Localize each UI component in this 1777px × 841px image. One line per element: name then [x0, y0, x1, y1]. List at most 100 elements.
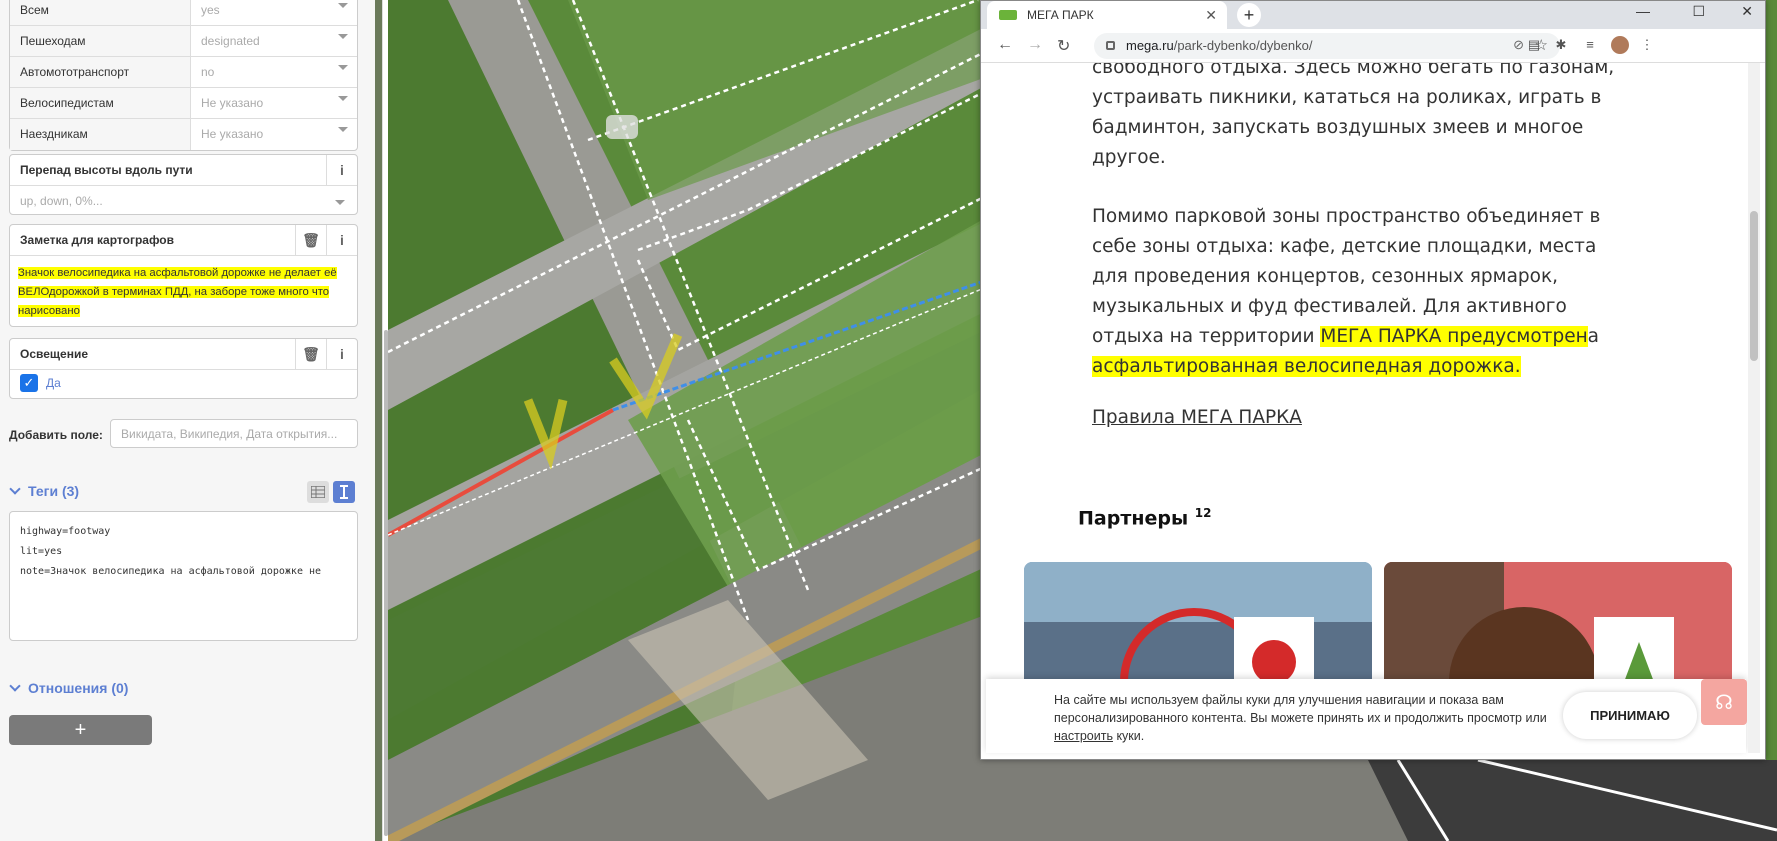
chevron-down-icon	[335, 200, 345, 205]
paragraph-2: Помимо парковой зоны пространство объеди…	[1092, 202, 1632, 382]
scrollbar-thumb[interactable]	[1750, 211, 1758, 361]
table-glyph	[311, 486, 325, 498]
text-line: асфальтированная велосипедная дорожка.	[1092, 352, 1632, 382]
back-arrow-icon[interactable]: ←	[997, 36, 1013, 54]
tab-bar: МЕГА ПАРК ✕ + — ☐ ✕	[981, 1, 1765, 29]
table-view-icon[interactable]	[307, 481, 329, 503]
page-content: свободного отдыха. Здесь можно бегать по…	[986, 63, 1746, 753]
chevron-down-icon	[9, 680, 21, 692]
text-view-icon[interactable]	[333, 481, 355, 503]
access-field: Всем yes Пешеходам designated Автомототр…	[9, 0, 358, 151]
text-line: другое.	[1092, 147, 1166, 168]
text-fragment: а	[1587, 326, 1600, 347]
text-line: Помимо парковой зоны пространство объеди…	[1092, 206, 1601, 227]
access-value-input[interactable]: Не указано	[191, 119, 357, 150]
blocked-popup-icon[interactable]: ⊘	[1513, 37, 1524, 53]
tag-line: note=Значок велосипедика на асфальтовой …	[20, 566, 322, 577]
forward-arrow-icon[interactable]: →	[1027, 36, 1043, 54]
url-path: /park-dybenko/dybenko/	[1173, 38, 1313, 53]
page-scrollbar[interactable]	[1748, 63, 1760, 753]
close-icon[interactable]: ✕	[1205, 7, 1217, 24]
avatar[interactable]	[1611, 36, 1629, 54]
tags-section-toggle[interactable]: Теги (3)	[9, 483, 79, 499]
access-row-bicycle: Велосипедистам Не указано	[10, 88, 357, 119]
close-window-icon[interactable]: ✕	[1741, 3, 1753, 20]
address-bar[interactable]: mega.ru/park-dybenko/dybenko/ ⊘ ☆	[1094, 33, 1560, 59]
access-value-input[interactable]: designated	[191, 26, 357, 56]
cookie-text: На сайте мы используем файлы куки для ул…	[1054, 691, 1554, 745]
editor-sidebar: Всем yes Пешеходам designated Автомототр…	[0, 0, 375, 841]
media-icon[interactable]: ≡	[1582, 37, 1598, 53]
lit-label-text: Освещение	[20, 347, 88, 361]
reload-icon[interactable]: ↻	[1057, 36, 1070, 56]
partners-count: 12	[1194, 506, 1212, 520]
lit-field: Освещение 🗑 i ✓ Да	[9, 338, 358, 399]
text-fragment: отдыха на территории	[1092, 326, 1321, 347]
menu-icon[interactable]: ⋮	[1639, 37, 1655, 53]
text-line: для проведения концертов, сезонных ярмар…	[1092, 266, 1559, 287]
access-row-all: Всем yes	[10, 0, 357, 26]
relations-section-toggle[interactable]: Отношения (0)	[9, 680, 128, 696]
site-favicon	[999, 10, 1017, 20]
cookie-text-a: На сайте мы используем файлы куки для ул…	[1054, 693, 1547, 725]
add-relation-button[interactable]: +	[9, 715, 152, 745]
new-tab-button[interactable]: +	[1237, 3, 1261, 27]
partners-title: Партнеры	[1078, 507, 1189, 530]
checkbox-check-icon[interactable]: ✓	[20, 374, 38, 392]
chevron-down-icon	[9, 483, 21, 495]
access-key: Велосипедистам	[10, 88, 191, 118]
highlighted-text: МЕГА ПАРКА предусмотрен	[1320, 326, 1588, 347]
browser-toolbar: ← → ↻ mega.ru/park-dybenko/dybenko/ ⊘ ☆ …	[981, 29, 1765, 63]
access-key: Всем	[10, 0, 191, 25]
tab-mega-park[interactable]: МЕГА ПАРК ✕	[987, 1, 1227, 29]
access-value-input[interactable]: Не указано	[191, 88, 357, 118]
minimize-icon[interactable]: —	[1636, 3, 1650, 19]
highlighted-text: асфальтированная велосипедная дорожка.	[1092, 356, 1521, 377]
incline-input[interactable]: up, down, 0%...	[10, 186, 357, 216]
access-value-input[interactable]: yes	[191, 0, 357, 25]
lit-label: Освещение 🗑 i	[10, 339, 357, 370]
note-textarea[interactable]: Значок велосипедика на асфальтовой дорож…	[10, 256, 357, 329]
info-icon[interactable]: i	[326, 155, 357, 185]
text-line: музыкальных и фуд фестивалей. Для активн…	[1092, 296, 1567, 317]
text-line: отдыха на территории МЕГА ПАРКА предусмо…	[1092, 322, 1632, 352]
access-value-input[interactable]: no	[191, 57, 357, 87]
tags-textarea[interactable]: highway=footway lit=yes note=Значок вело…	[9, 511, 358, 641]
note-field: Заметка для картографов 🗑 i Значок велос…	[9, 224, 358, 327]
accept-cookies-button[interactable]: ПРИНИМАЮ	[1563, 692, 1697, 739]
text-line: свободного отдыха. Здесь можно бегать по…	[1092, 63, 1615, 78]
add-field-label: Добавить поле:	[9, 428, 103, 442]
headset-icon[interactable]: ☊	[1701, 679, 1747, 725]
incline-label: Перепад высоты вдоль пути i	[10, 155, 357, 186]
maximize-icon[interactable]: ☐	[1692, 3, 1705, 20]
add-field-input[interactable]: Викидата, Википедия, Дата открытия...	[110, 419, 358, 448]
trash-icon[interactable]: 🗑	[295, 225, 326, 255]
access-row-motor: Автомототранспорт no	[10, 57, 357, 88]
rules-link[interactable]: Правила МЕГА ПАРКА	[1092, 407, 1302, 428]
cookie-banner: На сайте мы используем файлы куки для ул…	[986, 679, 1747, 753]
access-key: Наездникам	[10, 119, 191, 150]
lock-icon	[1106, 41, 1115, 50]
access-row-horse: Наездникам Не указано	[10, 119, 357, 150]
tab-title: МЕГА ПАРК	[1027, 8, 1094, 22]
extension-icon[interactable]: ▤	[1526, 37, 1542, 53]
incline-field: Перепад высоты вдоль пути i up, down, 0%…	[9, 154, 358, 215]
url-domain: mega.ru	[1126, 38, 1174, 53]
trash-icon[interactable]: 🗑	[295, 339, 326, 369]
lit-value: Да	[46, 376, 61, 390]
access-key: Пешеходам	[10, 26, 191, 56]
tag-line: highway=footway	[20, 526, 111, 537]
incline-label-text: Перепад высоты вдоль пути	[20, 163, 193, 177]
paragraph-1: свободного отдыха. Здесь можно бегать по…	[1092, 63, 1632, 173]
access-row-foot: Пешеходам designated	[10, 26, 357, 57]
puzzle-icon[interactable]: ✱	[1553, 37, 1569, 53]
info-icon[interactable]: i	[326, 339, 357, 369]
tags-section-title: Теги (3)	[28, 483, 80, 499]
partners-heading: Партнеры 12	[1078, 506, 1211, 529]
note-label-text: Заметка для картографов	[20, 233, 175, 247]
access-dropdown-carets	[338, 3, 348, 132]
lit-checkbox-row[interactable]: ✓ Да	[10, 370, 357, 396]
info-icon[interactable]: i	[326, 225, 357, 255]
cookie-text-b: куки.	[1112, 729, 1145, 743]
cookie-settings-link[interactable]: настроить	[1054, 729, 1113, 743]
